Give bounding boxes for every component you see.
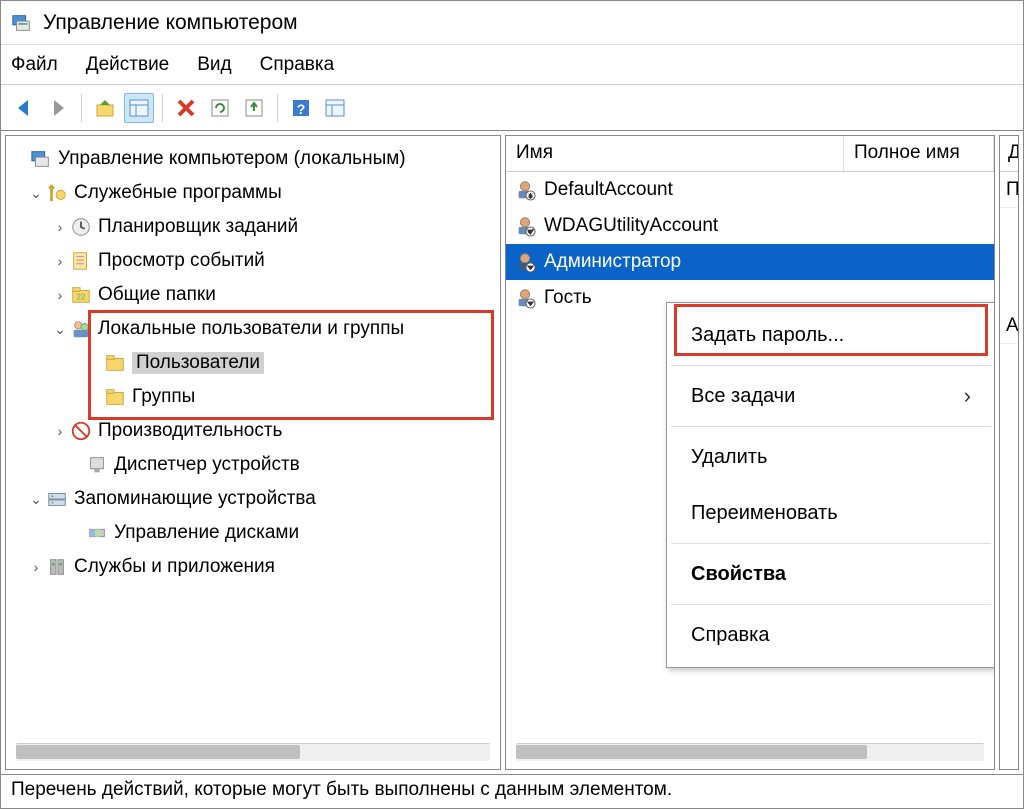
tree-event-viewer[interactable]: › Просмотр событий [12,244,500,278]
column-fullname[interactable]: Полное имя [844,136,994,171]
forward-button[interactable] [43,93,73,123]
properties-button[interactable] [124,93,154,123]
user-icon [514,215,536,237]
tree-event-viewer-label: Просмотр событий [98,250,265,272]
menubar: Файл Действие Вид Справка [1,45,1023,85]
tree-groups[interactable]: · Группы [12,380,500,414]
view-button[interactable] [320,93,350,123]
user-icon [514,179,536,201]
actions-row[interactable]: П [1000,172,1018,208]
menu-file[interactable]: Файл [11,54,58,76]
tree-disk-management-label: Управление дисками [114,522,299,544]
tree-device-manager-label: Диспетчер устройств [114,454,300,476]
context-menu: Задать пароль... Все задачи Удалить Пере… [666,302,994,668]
statusbar: Перечень действий, которые могут быть вы… [1,774,1023,808]
app-icon [11,12,33,34]
tree-scrollbar-h[interactable] [16,743,490,761]
help-button[interactable]: ? [286,93,316,123]
tree-performance-label: Производительность [98,420,282,442]
list-pane: Имя Полное имя DefaultAccount WDAGUtilit… [505,135,995,770]
list-row-name: DefaultAccount [544,179,673,201]
tree-task-scheduler[interactable]: › Планировщик заданий [12,210,500,244]
tree-device-manager[interactable]: · Диспетчер устройств [12,448,500,482]
svg-text:22: 22 [76,293,86,302]
user-icon [514,251,536,273]
up-button[interactable] [90,93,120,123]
tree-task-scheduler-label: Планировщик заданий [98,216,298,238]
tree-pane: ▾ Управление компьютером (локальным) ⌄ С… [5,135,501,770]
actions-header: Д [1000,136,1018,172]
refresh-button[interactable] [205,93,235,123]
tree-shared-folders[interactable]: › 22 Общие папки [12,278,500,312]
tree-storage-label: Запоминающие устройства [74,488,316,510]
list-row-name: WDAGUtilityAccount [544,215,718,237]
tree-services-apps-label: Службы и приложения [74,556,275,578]
export-button[interactable] [239,93,269,123]
toolbar: ? [1,85,1023,131]
list-row-name: Гость [544,287,592,309]
tree-disk-management[interactable]: · Управление дисками [12,516,500,550]
cm-help[interactable]: Справка [667,607,994,663]
tree-services-apps[interactable]: › Службы и приложения [12,550,500,584]
tree-utilities-label: Служебные программы [74,182,282,204]
body: ▾ Управление компьютером (локальным) ⌄ С… [1,131,1023,774]
tree-local-users-label: Локальные пользователи и группы [98,318,404,340]
tree[interactable]: ▾ Управление компьютером (локальным) ⌄ С… [6,136,500,737]
delete-button[interactable] [171,93,201,123]
list-row-selected[interactable]: Администратор [506,244,994,280]
cm-properties[interactable]: Свойства [667,546,994,602]
tree-utilities[interactable]: ⌄ Служебные программы [12,176,500,210]
tree-storage[interactable]: ⌄ Запоминающие устройства [12,482,500,516]
actions-row[interactable]: А [1000,308,1018,344]
menu-help[interactable]: Справка [260,54,335,76]
window-title: Управление компьютером [43,11,298,35]
list-row[interactable]: DefaultAccount [506,172,994,208]
back-button[interactable] [9,93,39,123]
tree-root-label: Управление компьютером (локальным) [58,148,406,170]
column-name[interactable]: Имя [506,136,844,171]
tree-groups-label: Группы [132,386,195,408]
tree-users[interactable]: · Пользователи [12,346,500,380]
list-header: Имя Полное имя [506,136,994,172]
svg-text:?: ? [297,101,306,117]
list-scrollbar-h[interactable] [516,743,984,761]
menu-action[interactable]: Действие [86,54,170,76]
tree-root[interactable]: ▾ Управление компьютером (локальным) [12,142,500,176]
cm-delete[interactable]: Удалить [667,429,994,485]
tree-local-users-groups[interactable]: ⌄ Локальные пользователи и группы [12,312,500,346]
cm-set-password[interactable]: Задать пароль... [667,307,994,363]
list-body[interactable]: DefaultAccount WDAGUtilityAccount Админи… [506,172,994,737]
tree-performance[interactable]: › Производительность [12,414,500,448]
list-row-name: Администратор [544,251,681,273]
list-row[interactable]: WDAGUtilityAccount [506,208,994,244]
tree-users-label: Пользователи [132,352,264,374]
titlebar: Управление компьютером [1,1,1023,45]
actions-pane: Д П А [999,135,1019,770]
cm-all-tasks[interactable]: Все задачи [667,368,994,424]
tree-shared-folders-label: Общие папки [98,284,216,306]
cm-rename[interactable]: Переименовать [667,485,994,541]
user-icon [514,287,536,309]
menu-view[interactable]: Вид [197,54,231,76]
